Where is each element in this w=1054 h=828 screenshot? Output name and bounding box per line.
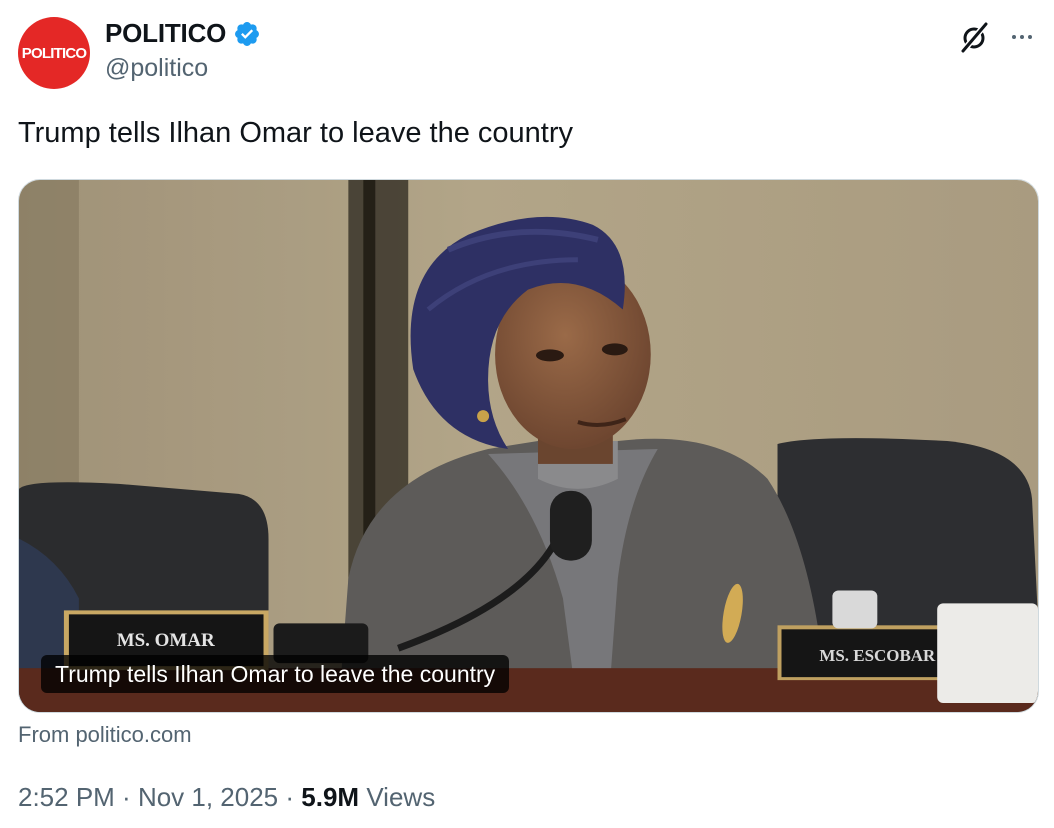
nameplate-left: MS. OMAR [117,630,215,651]
nameplate-right: MS. ESCOBAR [819,646,936,665]
article-photo: MS. OMAR MS. ESCOBAR [19,180,1038,712]
grok-icon[interactable] [955,18,993,56]
tweet-text: Trump tells Ilhan Omar to leave the coun… [18,117,573,149]
author-name-row: POLITICO [105,18,261,49]
tweet-date[interactable]: Nov 1, 2025 [138,782,278,813]
link-preview-card[interactable]: MS. OMAR MS. ESCOBAR Trump tells Ilhan O… [18,179,1039,713]
meta-separator: · [114,782,138,812]
views-label [359,782,366,813]
verified-badge-icon [235,21,260,46]
tweet-time[interactable]: 2:52 PM [18,782,115,813]
link-source[interactable]: From politico.com [18,722,192,748]
tweet-meta: 2:52 PM · Nov 1, 2025 · 5.9M Views [18,782,435,813]
media-caption: Trump tells Ilhan Omar to leave the coun… [41,655,510,693]
views-count[interactable]: 5.9M [301,782,359,813]
author-handle[interactable]: @politico [105,54,208,83]
more-options-button[interactable] [1003,18,1041,56]
meta-separator: · [278,782,302,812]
views-label: Views [366,782,436,812]
avatar[interactable]: POLITICO [18,17,90,89]
display-name[interactable]: POLITICO [105,18,226,49]
more-horizontal-icon [1012,35,1016,39]
